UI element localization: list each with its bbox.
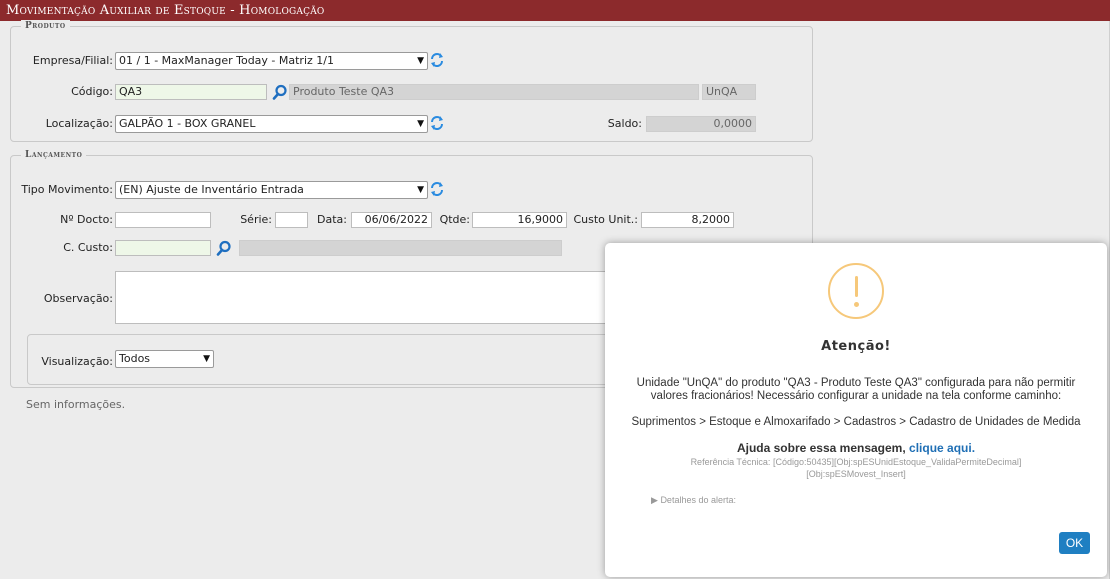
empresa-label: Empresa/Filial: — [32, 54, 113, 67]
codigo-label: Código: — [71, 85, 113, 98]
alert-dialog: Atenção! Unidade "UnQA" do produto "QA3 … — [605, 243, 1107, 577]
chevron-down-icon: ▼ — [417, 185, 424, 195]
tipo-movimento-label: Tipo Movimento: — [21, 183, 113, 196]
localizacao-value: GALPÃO 1 - BOX GRANEL — [119, 117, 256, 130]
ccusto-descricao — [239, 240, 562, 256]
produto-unidade: UnQA — [702, 84, 756, 100]
alert-reference: Referência Técnica: [Código:50435][Obj:s… — [690, 457, 1022, 479]
visualizacao-value: Todos — [119, 352, 151, 365]
docto-label: Nº Docto: — [60, 213, 113, 226]
alert-details-label: Detalhes do alerta: — [660, 495, 736, 505]
empresa-select[interactable]: 01 / 1 - MaxManager Today - Matriz 1/1 ▼ — [115, 52, 428, 70]
produto-legend: Produto — [21, 20, 70, 33]
alert-help: Ajuda sobre essa mensagem, clique aqui. — [605, 441, 1107, 455]
warning-icon — [828, 263, 884, 319]
chevron-down-icon: ▼ — [417, 56, 424, 66]
codigo-input[interactable]: QA3 — [115, 84, 267, 100]
search-icon[interactable] — [272, 84, 288, 100]
serie-label: Série: — [240, 213, 272, 226]
qtde-label: Qtde: — [439, 213, 470, 226]
alert-help-link[interactable]: clique aqui. — [909, 441, 975, 455]
status-text: Sem informações. — [26, 398, 126, 411]
qtde-input[interactable]: 16,9000 — [472, 212, 567, 228]
window-title: Movimentação Auxiliar de Estoque - Homol… — [0, 0, 1110, 21]
warning-icon-bar — [855, 276, 858, 297]
refresh-icon[interactable] — [429, 115, 445, 131]
alert-help-text: Ajuda sobre essa mensagem, — [736, 441, 906, 455]
data-label: Data: — [317, 213, 347, 226]
alert-details-toggle[interactable]: ▶ Detalhes do alerta: — [651, 495, 736, 506]
chevron-down-icon: ▼ — [417, 119, 424, 129]
empresa-value: 01 / 1 - MaxManager Today - Matriz 1/1 — [119, 54, 334, 67]
alert-path: Suprimentos > Estoque e Almoxarifado > C… — [631, 416, 1081, 428]
tipo-movimento-select[interactable]: (EN) Ajuste de Inventário Entrada ▼ — [115, 181, 428, 199]
custo-unit-input[interactable]: 8,2000 — [641, 212, 734, 228]
saldo-value: 0,0000 — [646, 116, 756, 132]
refresh-icon[interactable] — [429, 181, 445, 197]
alert-title: Atenção! — [821, 339, 891, 354]
localizacao-label: Localização: — [45, 117, 113, 130]
alert-message: Unidade "UnQA" do produto "QA3 - Produto… — [636, 377, 1076, 402]
observacao-textarea[interactable] — [115, 271, 615, 324]
docto-input[interactable] — [115, 212, 211, 228]
search-icon[interactable] — [216, 240, 232, 256]
refresh-icon[interactable] — [429, 52, 445, 68]
produto-descricao: Produto Teste QA3 — [289, 84, 699, 100]
warning-icon-dot — [854, 302, 859, 307]
caret-right-icon: ▶ — [651, 495, 658, 505]
visualizacao-label: Visualização: — [41, 355, 113, 368]
localizacao-select[interactable]: GALPÃO 1 - BOX GRANEL ▼ — [115, 115, 428, 133]
lancamento-legend: Lançamento — [21, 149, 87, 162]
visualizacao-select[interactable]: Todos ▼ — [115, 350, 214, 368]
serie-input[interactable] — [275, 212, 308, 228]
custo-unit-label: Custo Unit.: — [573, 213, 638, 226]
observacao-label: Observação: — [43, 292, 113, 305]
ccusto-label: C. Custo: — [63, 241, 113, 254]
ccusto-input[interactable] — [115, 240, 211, 256]
tipo-movimento-value: (EN) Ajuste de Inventário Entrada — [119, 183, 304, 196]
saldo-label: Saldo: — [607, 117, 642, 130]
data-input[interactable]: 06/06/2022 — [351, 212, 432, 228]
chevron-down-icon: ▼ — [203, 354, 210, 364]
ok-button[interactable]: OK — [1059, 532, 1090, 554]
